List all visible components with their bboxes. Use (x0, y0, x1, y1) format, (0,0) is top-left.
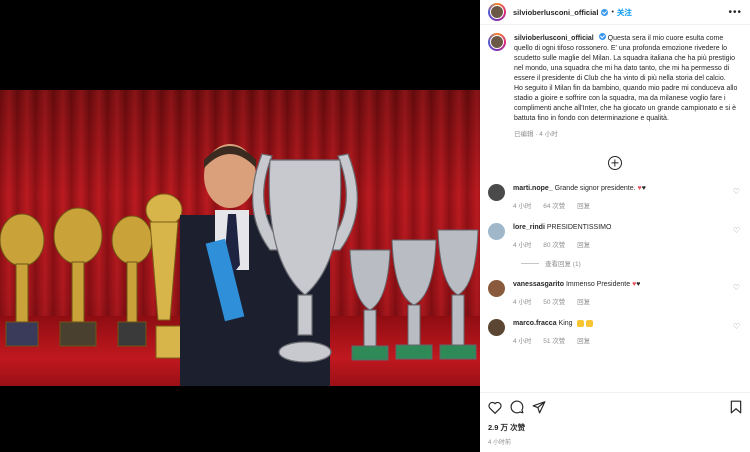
comment-time: 4 小时 (513, 242, 532, 249)
comment-item: marti.nope_ Grande signor presidente. ♥♥… (488, 184, 742, 210)
comment-item: vanessasgarito Immenso Presidente ♥♥ 4 小… (488, 280, 742, 306)
crown-emoji (576, 319, 584, 327)
reply-button[interactable]: 回复 (577, 203, 590, 210)
comment-likes[interactable]: 51 次赞 (543, 338, 565, 345)
bookmark-icon[interactable] (730, 400, 742, 414)
caption-meta: 已编辑 · 4 小时 (514, 131, 558, 138)
comment-username[interactable]: vanessasgarito (513, 281, 564, 288)
commenter-avatar[interactable] (488, 319, 505, 336)
post-photo (0, 90, 480, 386)
comments-list[interactable]: silvioberlusconi_official Questa sera il… (480, 33, 750, 383)
separator-dot: • (611, 8, 614, 16)
commenter-avatar[interactable] (488, 223, 505, 240)
comment-time: 4 小时 (513, 203, 532, 210)
comment-item: lore_rindi PRESIDENTISSIMO 4 小时 80 次赞 回复… (488, 223, 742, 249)
comment-icon[interactable] (510, 400, 524, 414)
comment-username[interactable]: marco.fracca (513, 320, 557, 327)
likes-count[interactable]: 2.9 万 次赞 (488, 422, 742, 433)
post-caption: silvioberlusconi_official Questa sera il… (488, 33, 742, 140)
comment-likes[interactable]: 64 次赞 (543, 203, 565, 210)
comment-like-icon[interactable]: ♡ (733, 226, 740, 235)
comment-likes[interactable]: 50 次赞 (543, 299, 565, 306)
trophies-illustration (0, 144, 479, 386)
comment-text: King (558, 320, 573, 327)
comment-username[interactable]: marti.nope_ (513, 185, 553, 192)
comment-like-icon[interactable]: ♡ (733, 187, 740, 196)
add-comment-icon[interactable] (608, 156, 622, 170)
replies-divider (521, 262, 539, 264)
reply-button[interactable]: 回复 (577, 242, 590, 249)
post-side-panel: silvioberlusconi_official • 关注 ••• silvi… (480, 0, 750, 452)
comment-time: 4 小时 (513, 338, 532, 345)
black-heart-emoji: ♥ (636, 281, 641, 288)
caption-username[interactable]: silvioberlusconi_official (514, 35, 594, 42)
caption-text: Questa sera il mio cuore esulta come que… (514, 35, 736, 82)
reply-button[interactable]: 回复 (577, 299, 590, 306)
comment-likes[interactable]: 80 次赞 (543, 242, 565, 249)
comment-username[interactable]: lore_rindi (513, 224, 545, 231)
comment-text: PRESIDENTISSIMO (546, 224, 612, 231)
post-header: silvioberlusconi_official • 关注 ••• (480, 0, 750, 25)
post-age: 4 小时前 (488, 440, 512, 446)
caption-text-2: Ho seguito il Milan fin da bambino, quan… (514, 85, 738, 122)
comment-text: Grande signor presidente. (554, 185, 636, 192)
view-replies-link[interactable]: 查看回复 (1) (521, 258, 742, 268)
verified-icon (598, 33, 606, 40)
commenter-avatar[interactable] (488, 184, 505, 201)
reply-button[interactable]: 回复 (577, 338, 590, 345)
caption-avatar[interactable] (488, 33, 506, 51)
post-actions: 2.9 万 次赞 4 小时前 (480, 392, 750, 446)
heart-icon[interactable] (488, 401, 502, 414)
author-username[interactable]: silvioberlusconi_official (513, 8, 598, 17)
post-media[interactable] (0, 0, 480, 452)
view-replies-label[interactable]: 查看回复 (1) (545, 258, 581, 268)
comment-text: Immenso Presidente (565, 281, 631, 288)
crown-emoji (585, 319, 593, 327)
comment-item: marco.fracca King 4 小时 51 次赞 回复 ♡ (488, 319, 742, 345)
commenter-avatar[interactable] (488, 280, 505, 297)
follow-button[interactable]: 关注 (617, 7, 632, 18)
comment-like-icon[interactable]: ♡ (733, 283, 740, 292)
more-icon[interactable]: ••• (728, 7, 742, 18)
black-heart-emoji: ♥ (641, 185, 646, 192)
comment-like-icon[interactable]: ♡ (733, 322, 740, 331)
author-avatar[interactable] (488, 3, 506, 21)
verified-icon (601, 8, 609, 16)
share-icon[interactable] (532, 400, 546, 414)
comment-time: 4 小时 (513, 299, 532, 306)
